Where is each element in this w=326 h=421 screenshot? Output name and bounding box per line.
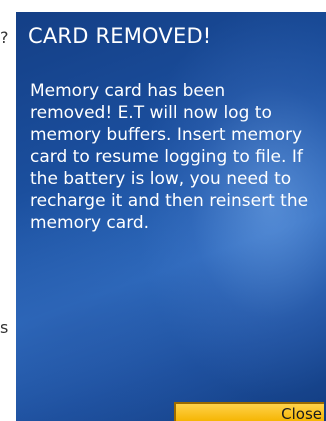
- background-partial-glyph: ?: [0, 28, 9, 47]
- dialog-title: CARD REMOVED!: [28, 24, 212, 48]
- screen: ? s CARD REMOVED! Memory card has been r…: [0, 0, 326, 421]
- card-removed-dialog: CARD REMOVED! Memory card has been remov…: [16, 12, 326, 421]
- background-partial-glyph: s: [0, 318, 9, 337]
- close-button[interactable]: Close: [174, 402, 324, 421]
- dialog-message: Memory card has been removed! E.T will n…: [30, 81, 309, 233]
